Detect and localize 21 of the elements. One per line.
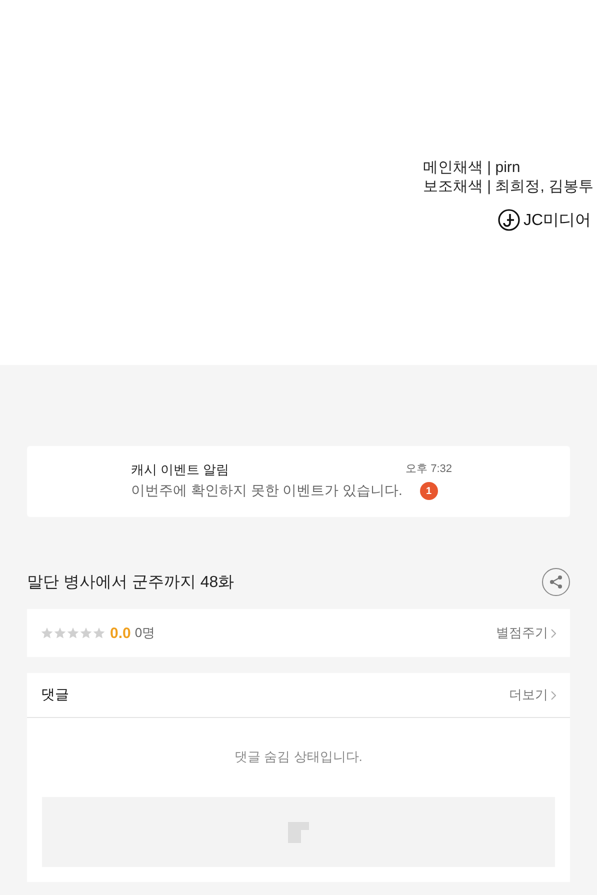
chevron-right-icon [551,628,556,638]
notification-title: 캐시 이벤트 알림 [131,461,230,479]
unread-count-badge: 1 [420,482,438,500]
notification-message: 이번주에 확인하지 못한 이벤트가 있습니다. [131,482,404,500]
more-link[interactable]: 더보기 [509,686,556,704]
credit-line: 메인채색 | pirn [423,158,522,177]
share-button[interactable] [542,568,570,596]
publisher-logo-icon [498,209,520,231]
rating-count: 0명 [134,624,156,642]
star-rating[interactable] [41,627,106,639]
episode-title: 말단 병사에서 군주까지 48화 [27,572,234,592]
comments-hidden-message: 댓글 숨김 상태입니다. [234,749,362,764]
notification-time: 오후 7:32 [406,462,452,476]
credit-line: 보조채색 | 최희정, 김봉투 [423,177,594,196]
rate-link[interactable]: 별점주기 [496,624,556,642]
share-icon [549,575,563,589]
rating-score: 0.0 [110,624,131,642]
chevron-right-icon [551,690,556,700]
comments-title: 댓글 [41,686,69,704]
notification-card[interactable]: 캐시 이벤트 알림 이번주에 확인하지 못한 이벤트가 있습니다. 오후 7:32 1 [27,446,570,517]
publisher-name: JC미디어 [523,210,591,230]
